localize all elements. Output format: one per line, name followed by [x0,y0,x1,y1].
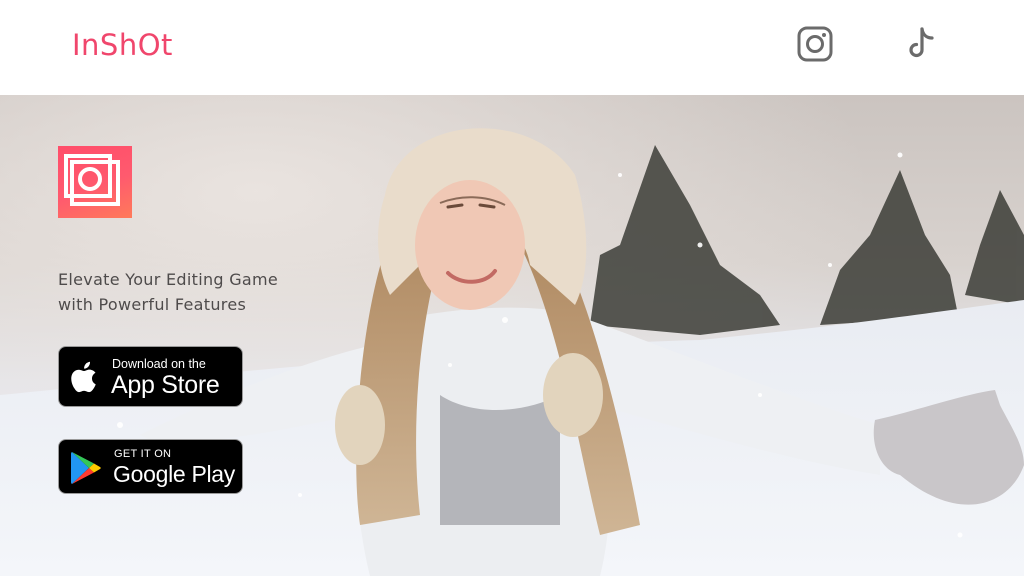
google-play-button[interactable]: GET IT ON Google Play [58,439,243,494]
apple-icon [71,361,96,393]
inshot-logo[interactable]: InShOt [72,28,173,62]
inshot-app-icon [58,146,132,218]
instagram-link[interactable] [796,25,834,63]
hero-section: Elevate Your Editing Game with Powerful … [0,95,1024,576]
app-store-small-text: Download on the [112,357,206,371]
tiktok-icon [909,27,934,58]
app-store-big-text: App Store [111,371,220,399]
google-play-small-text: GET IT ON [114,448,172,460]
site-header: InShOt [0,0,1018,95]
instagram-icon [797,26,833,62]
app-store-button[interactable]: Download on the App Store [58,346,243,407]
tagline-line2: with Powerful Features [58,295,247,314]
google-play-icon [71,452,101,484]
hero-background-photo [0,95,1024,576]
tagline-line1: Elevate Your Editing Game [58,270,279,289]
crop-icon [64,154,120,206]
tagline: Elevate Your Editing Game with Powerful … [58,267,338,317]
google-play-big-text: Google Play [113,461,235,487]
tiktok-link[interactable] [902,25,940,63]
